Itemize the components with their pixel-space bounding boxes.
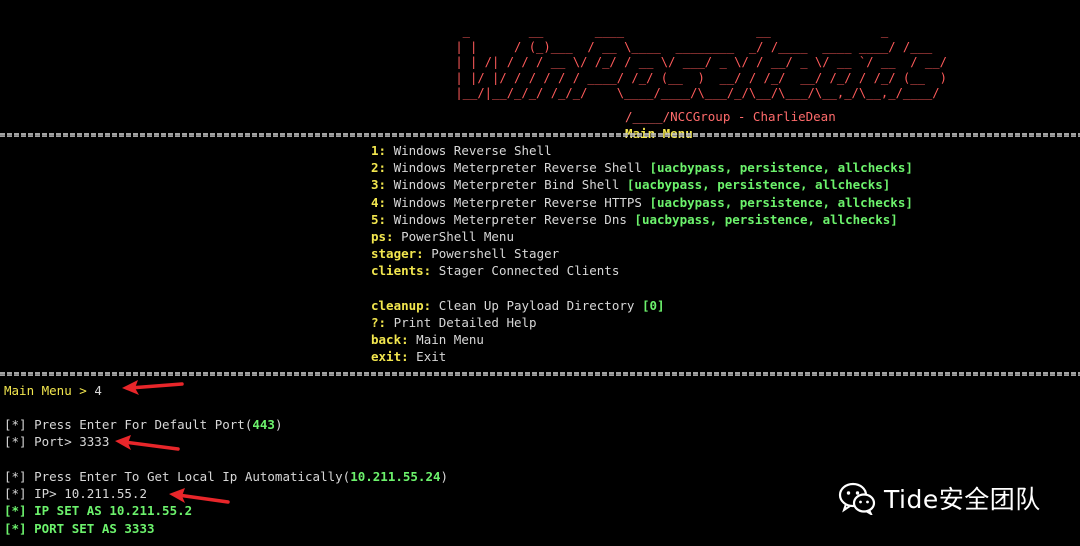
prompt-label: Main Menu [4, 383, 72, 398]
menu-tag: [uacbypass, persistence, allchecks] [649, 160, 913, 176]
menu-key: 4: [371, 194, 387, 210]
port-default: 443 [252, 417, 275, 432]
prompt-symbol: > [71, 383, 95, 398]
arrow-annotation-1 [122, 380, 184, 395]
menu-item-exit: exit: Exit [371, 348, 913, 365]
main-menu: 1: Windows Reverse Shell 2: Windows Mete… [371, 142, 913, 365]
menu-tag: [0] [641, 297, 665, 313]
menu-item-2: 2: Windows Meterpreter Reverse Shell [ua… [371, 159, 913, 176]
menu-text: Powershell Stager [423, 246, 560, 262]
menu-tag: [uacbypass, persistence, allchecks] [649, 194, 913, 210]
menu-text: Exit [408, 349, 447, 365]
menu-key: clients: [371, 263, 432, 279]
separator-top [0, 133, 1080, 137]
menu-item-4: 4: Windows Meterpreter Reverse HTTPS [ua… [371, 194, 913, 211]
menu-key: 5: [371, 211, 387, 227]
menu-text: Print Detailed Help [386, 314, 537, 330]
arrow-annotation-3 [169, 488, 230, 504]
menu-text: Clean Up Payload Directory [431, 297, 642, 313]
menu-key: back: [371, 332, 409, 348]
menu-text: Windows Meterpreter Reverse HTTPS [386, 194, 650, 210]
ip-hint-line: [*] Press Enter To Get Local Ip Automati… [4, 468, 448, 485]
credit-line: /____/NCCGroup - CharlieDean [625, 109, 836, 124]
port-set-line: [*] PORT SET AS 3333 [4, 520, 155, 536]
prompt-input[interactable]: 4 [94, 383, 102, 398]
menu-key: cleanup: [371, 297, 432, 313]
banner: _ __ ____ __ _ | | / (_)___ / __ \____ _… [0, 0, 1080, 141]
ip-default: 10.211.55.24 [350, 469, 441, 484]
terminal-prompt[interactable]: Main Menu > 4 [4, 382, 102, 399]
menu-item-3: 3: Windows Meterpreter Bind Shell [uacby… [371, 176, 913, 193]
watermark-text: Tide安全团队 [884, 485, 1041, 514]
menu-key: stager: [371, 246, 424, 262]
ip-hint-suffix: ) [440, 469, 449, 484]
menu-text: PowerShell Menu [393, 228, 514, 244]
menu-text: Main Menu [408, 332, 484, 348]
wechat-icon [838, 482, 876, 515]
port-hint-prefix: [*] Press Enter For Default Port( [4, 417, 253, 432]
arrow-annotation-2 [115, 435, 180, 451]
menu-item-cleanup: cleanup: Clean Up Payload Directory [0] [371, 297, 913, 314]
menu-item-5: 5: Windows Meterpreter Reverse Dns [uacb… [371, 211, 913, 228]
menu-key: ?: [371, 314, 387, 330]
menu-item-stager: stager: Powershell Stager [371, 245, 913, 262]
ascii-logo: _ __ ____ __ _ | | / (_)___ / __ \____ _… [455, 24, 947, 100]
port-hint-suffix: ) [274, 417, 283, 432]
menu-tag: [uacbypass, persistence, allchecks] [626, 177, 891, 193]
menu-text: Windows Meterpreter Reverse Shell [386, 160, 650, 176]
menu-text: Windows Reverse Shell [386, 143, 552, 158]
menu-item-ps: ps: PowerShell Menu [371, 228, 913, 245]
menu-text: Windows Meterpreter Bind Shell [386, 177, 627, 193]
menu-key: 3: [371, 177, 387, 193]
ip-hint-prefix: [*] Press Enter To Get Local Ip Automati… [4, 469, 351, 484]
menu-item-1: 1: Windows Reverse Shell [371, 142, 913, 159]
menu-spacer [371, 280, 913, 297]
watermark: Tide安全团队 [838, 480, 1041, 516]
port-hint-line: [*] Press Enter For Default Port(443) [4, 416, 282, 433]
menu-item-back: back: Main Menu [371, 331, 913, 348]
menu-text: Windows Meterpreter Reverse Dns [386, 211, 635, 227]
menu-item-help: ?: Print Detailed Help [371, 314, 913, 331]
menu-key: 1: [371, 143, 387, 158]
menu-tag: [uacbypass, persistence, allchecks] [634, 211, 898, 227]
menu-item-clients: clients: Stager Connected Clients [371, 262, 913, 279]
menu-text: Stager Connected Clients [431, 263, 620, 279]
menu-key: 2: [371, 160, 387, 176]
menu-key: ps: [371, 228, 394, 244]
menu-key: exit: [371, 349, 409, 365]
